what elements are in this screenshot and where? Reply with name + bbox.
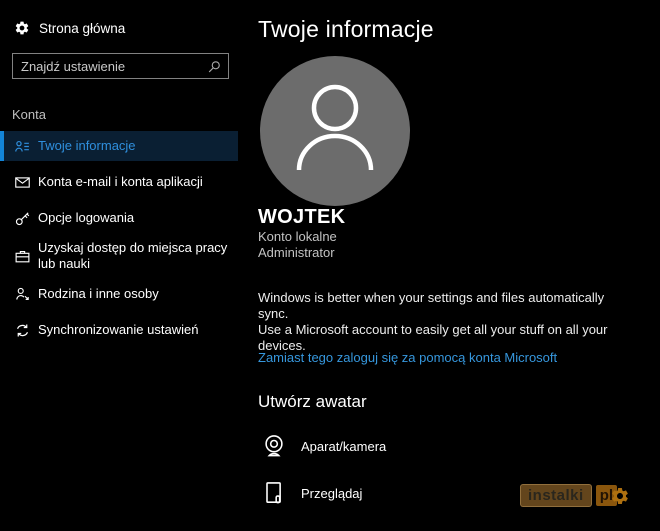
settings-sidebar: Strona główna Konta Twoje informacje — [0, 0, 238, 531]
sidebar-item-konta-email[interactable]: Konta e-mail i konta aplikacji — [0, 167, 238, 197]
person-silhouette-icon — [260, 56, 410, 206]
account-role: Administrator — [258, 245, 335, 260]
briefcase-icon — [14, 248, 31, 265]
sidebar-item-label: Synchronizowanie ustawień — [38, 322, 198, 338]
browse-option-label: Przeglądaj — [301, 486, 362, 501]
main-content: Twoje informacje WOJTEK Konto lokalne Ad… — [258, 0, 660, 531]
key-icon — [14, 210, 31, 227]
instalki-watermark: instalki pl — [520, 484, 630, 507]
sidebar-item-rodzina[interactable]: Rodzina i inne osoby — [0, 279, 238, 309]
sidebar-home-label: Strona główna — [39, 21, 125, 36]
webcam-icon — [260, 432, 288, 460]
user-avatar — [260, 56, 410, 206]
sidebar-item-label: Opcje logowania — [38, 210, 134, 226]
account-type: Konto lokalne — [258, 229, 337, 244]
sync-description: Windows is better when your settings and… — [258, 290, 628, 354]
page-title: Twoje informacje — [258, 16, 434, 43]
watermark-text: instalki — [520, 484, 592, 507]
selected-accent-bar — [0, 131, 4, 161]
sidebar-item-label: Uzyskaj dostęp do miejsca pracy lub nauk… — [38, 240, 238, 272]
sync-icon — [14, 322, 31, 339]
sidebar-item-twoje-informacje[interactable]: Twoje informacje — [0, 131, 238, 161]
sign-in-microsoft-link[interactable]: Zamiast tego zaloguj się za pomocą konta… — [258, 350, 557, 365]
sidebar-item-label: Konta e-mail i konta aplikacji — [38, 174, 203, 190]
sidebar-item-label: Rodzina i inne osoby — [38, 286, 159, 302]
search-input[interactable] — [13, 59, 207, 74]
sidebar-nav: Twoje informacje Konta e-mail i konta ap… — [0, 131, 238, 345]
user-name: WOJTEK — [258, 206, 345, 229]
watermark-gear-icon — [610, 486, 630, 506]
camera-option[interactable]: Aparat/kamera — [260, 432, 386, 460]
contact-info-icon — [14, 138, 31, 155]
envelope-icon — [14, 174, 31, 191]
sidebar-item-label: Twoje informacje — [38, 138, 136, 154]
gear-icon — [14, 20, 30, 36]
person-add-icon — [14, 286, 31, 303]
sidebar-item-synchronizowanie[interactable]: Synchronizowanie ustawień — [0, 315, 238, 345]
sidebar-item-home[interactable]: Strona główna — [14, 20, 125, 36]
camera-option-label: Aparat/kamera — [301, 439, 386, 454]
search-icon[interactable] — [207, 59, 222, 74]
browse-option[interactable]: Przeglądaj — [260, 479, 362, 507]
sidebar-item-dostep-praca-nauka[interactable]: Uzyskaj dostęp do miejsca pracy lub nauk… — [0, 239, 238, 273]
browse-file-icon — [260, 479, 288, 507]
create-avatar-heading: Utwórz awatar — [258, 392, 367, 412]
sidebar-section-konta: Konta — [12, 107, 46, 122]
sidebar-item-opcje-logowania[interactable]: Opcje logowania — [0, 203, 238, 233]
settings-search-box[interactable] — [12, 53, 229, 79]
